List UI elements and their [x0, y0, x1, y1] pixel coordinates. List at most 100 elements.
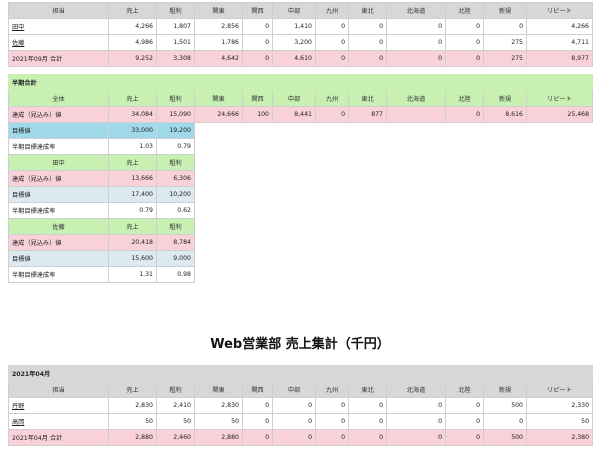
table-cell: 500: [483, 429, 527, 446]
table-cell: 0: [483, 18, 527, 35]
table-cell: 0.79: [108, 202, 157, 219]
table-cell: 1,807: [156, 18, 195, 35]
staff-name-link[interactable]: 田中: [8, 18, 109, 35]
row-label: 達成（見込み）値: [8, 234, 109, 251]
table-cell: 10,200: [156, 186, 195, 203]
column-header: 東北: [348, 90, 387, 107]
table-row: 高岡 50 50 50 0 0 0 0 0 0 0 50: [8, 413, 594, 430]
table-cell: 0.79: [156, 138, 195, 155]
table-cell: 2,410: [156, 397, 195, 414]
person-header-row: 佐藤 売上 粗利: [8, 218, 593, 235]
column-header: 北陸: [445, 381, 484, 398]
table-cell: 2,460: [156, 429, 195, 446]
row-label: 半期目標達成率: [8, 202, 109, 219]
table-cell: 1.03: [108, 138, 157, 155]
column-header: 関西: [242, 381, 273, 398]
table-cell: 0: [386, 50, 446, 67]
column-header: 東北: [348, 381, 387, 398]
table-cell: 2,330: [525, 397, 594, 414]
table-cell: 0: [315, 397, 349, 414]
table-cell: 50: [156, 413, 195, 430]
table-cell: 0: [445, 413, 484, 430]
table-cell: 275: [483, 34, 527, 51]
column-header: 粗利: [156, 2, 195, 19]
month-header-row: 2021年04月: [7, 365, 594, 382]
table-cell: 0: [315, 429, 349, 446]
table-cell: 0: [315, 106, 349, 123]
person-name: 田中: [8, 154, 109, 171]
column-header: 粗利: [156, 90, 195, 107]
table-cell: 877: [348, 106, 387, 123]
column-header: 北海道: [386, 2, 446, 19]
table-cell: 34,084: [108, 106, 157, 123]
table-cell: 9,000: [156, 250, 195, 267]
target-row: 目標値 17,400 10,200: [8, 186, 593, 203]
table-cell: 6,306: [156, 170, 195, 187]
table-cell: 0: [348, 413, 387, 430]
table-cell: 15,090: [156, 106, 195, 123]
total-label: 2021年09月 合計: [8, 50, 109, 67]
table-cell: 17,400: [108, 186, 157, 203]
table-cell: 2,880: [108, 429, 157, 446]
column-header: 新規: [483, 381, 527, 398]
table-header-row: 全体 売上 粗利 関東 関西 中部 九州 東北 北海道 北陸 新規 リピート: [8, 90, 594, 107]
column-header: 北陸: [445, 2, 484, 19]
table-cell: 13,666: [108, 170, 157, 187]
column-header: 粗利: [156, 218, 195, 235]
staff-name-link[interactable]: 佐藤: [8, 34, 109, 51]
column-header: リピート: [526, 2, 593, 19]
table-cell: 0: [445, 429, 484, 446]
column-header: 関西: [242, 90, 273, 107]
table-cell: 25,468: [525, 106, 594, 123]
column-header: 中部: [272, 381, 316, 398]
target-row: 目標値 15,600 9,000: [8, 250, 593, 267]
row-label: 目標値: [8, 186, 109, 203]
table-cell: 4,266: [526, 18, 593, 35]
table-cell: 1,501: [156, 34, 195, 51]
table-cell: 24,666: [194, 106, 243, 123]
table-cell: [386, 106, 446, 123]
table-cell: 19,200: [156, 122, 195, 139]
column-header: 関東: [194, 90, 243, 107]
table-cell: 4,610: [272, 50, 316, 67]
column-header: 九州: [315, 90, 349, 107]
person-name: 佐藤: [8, 218, 109, 235]
staff-name-link[interactable]: 高岡: [8, 413, 109, 430]
column-header: 関東: [194, 381, 243, 398]
table-cell: 0: [272, 413, 316, 430]
table-cell: 0: [242, 429, 273, 446]
row-label: 半期目標達成率: [8, 138, 109, 155]
table-row: 丹野 2,830 2,410 2,830 0 0 0 0 0 0 500 2,3…: [8, 397, 594, 414]
achieved-row: 達成（見込み）値 34,084 15,090 24,666 100 8,441 …: [8, 106, 594, 123]
table-cell: 0: [348, 34, 387, 51]
table-cell: 1,786: [194, 34, 243, 51]
table-cell: 0: [242, 397, 273, 414]
table-cell: 0: [272, 429, 316, 446]
column-header: 売上: [108, 154, 157, 171]
table-cell: 500: [483, 397, 527, 414]
table-header-row: 担当 売上 粗利 関東 関西 中部 九州 東北 北海道 北陸 新規 リピート: [8, 381, 594, 398]
table-cell: 0: [315, 50, 349, 67]
table-cell: 8,616: [483, 106, 527, 123]
table-cell: 0: [386, 397, 446, 414]
target-row: 目標値 33,000 19,200: [8, 122, 593, 139]
table-cell: 4,711: [526, 34, 593, 51]
table-cell: 2,880: [194, 429, 243, 446]
row-label: 達成（見込み）値: [8, 106, 109, 123]
section-header-row: 半期合計: [7, 74, 594, 91]
staff-name-link[interactable]: 丹野: [8, 397, 109, 414]
column-header: 担当: [8, 2, 109, 19]
table-cell: 0: [242, 413, 273, 430]
month-label: 2021年04月: [7, 365, 594, 382]
table-cell: 0.98: [156, 266, 195, 283]
row-label: 半期目標達成率: [8, 266, 109, 283]
table-cell: 0: [445, 34, 484, 51]
table-row: 佐藤 4,986 1,501 1,786 0 3,200 0 0 0 0 275…: [8, 34, 593, 51]
table-header-row: 担当 売上 粗利 関東 関西 中部 九州 東北 北海道 北陸 新規 リピート: [8, 2, 593, 19]
column-header: 九州: [315, 2, 349, 19]
table-cell: 0: [315, 18, 349, 35]
table-cell: 275: [483, 50, 527, 67]
column-header: 中部: [272, 2, 316, 19]
table-cell: 2,380: [525, 429, 594, 446]
table-cell: 0: [348, 18, 387, 35]
